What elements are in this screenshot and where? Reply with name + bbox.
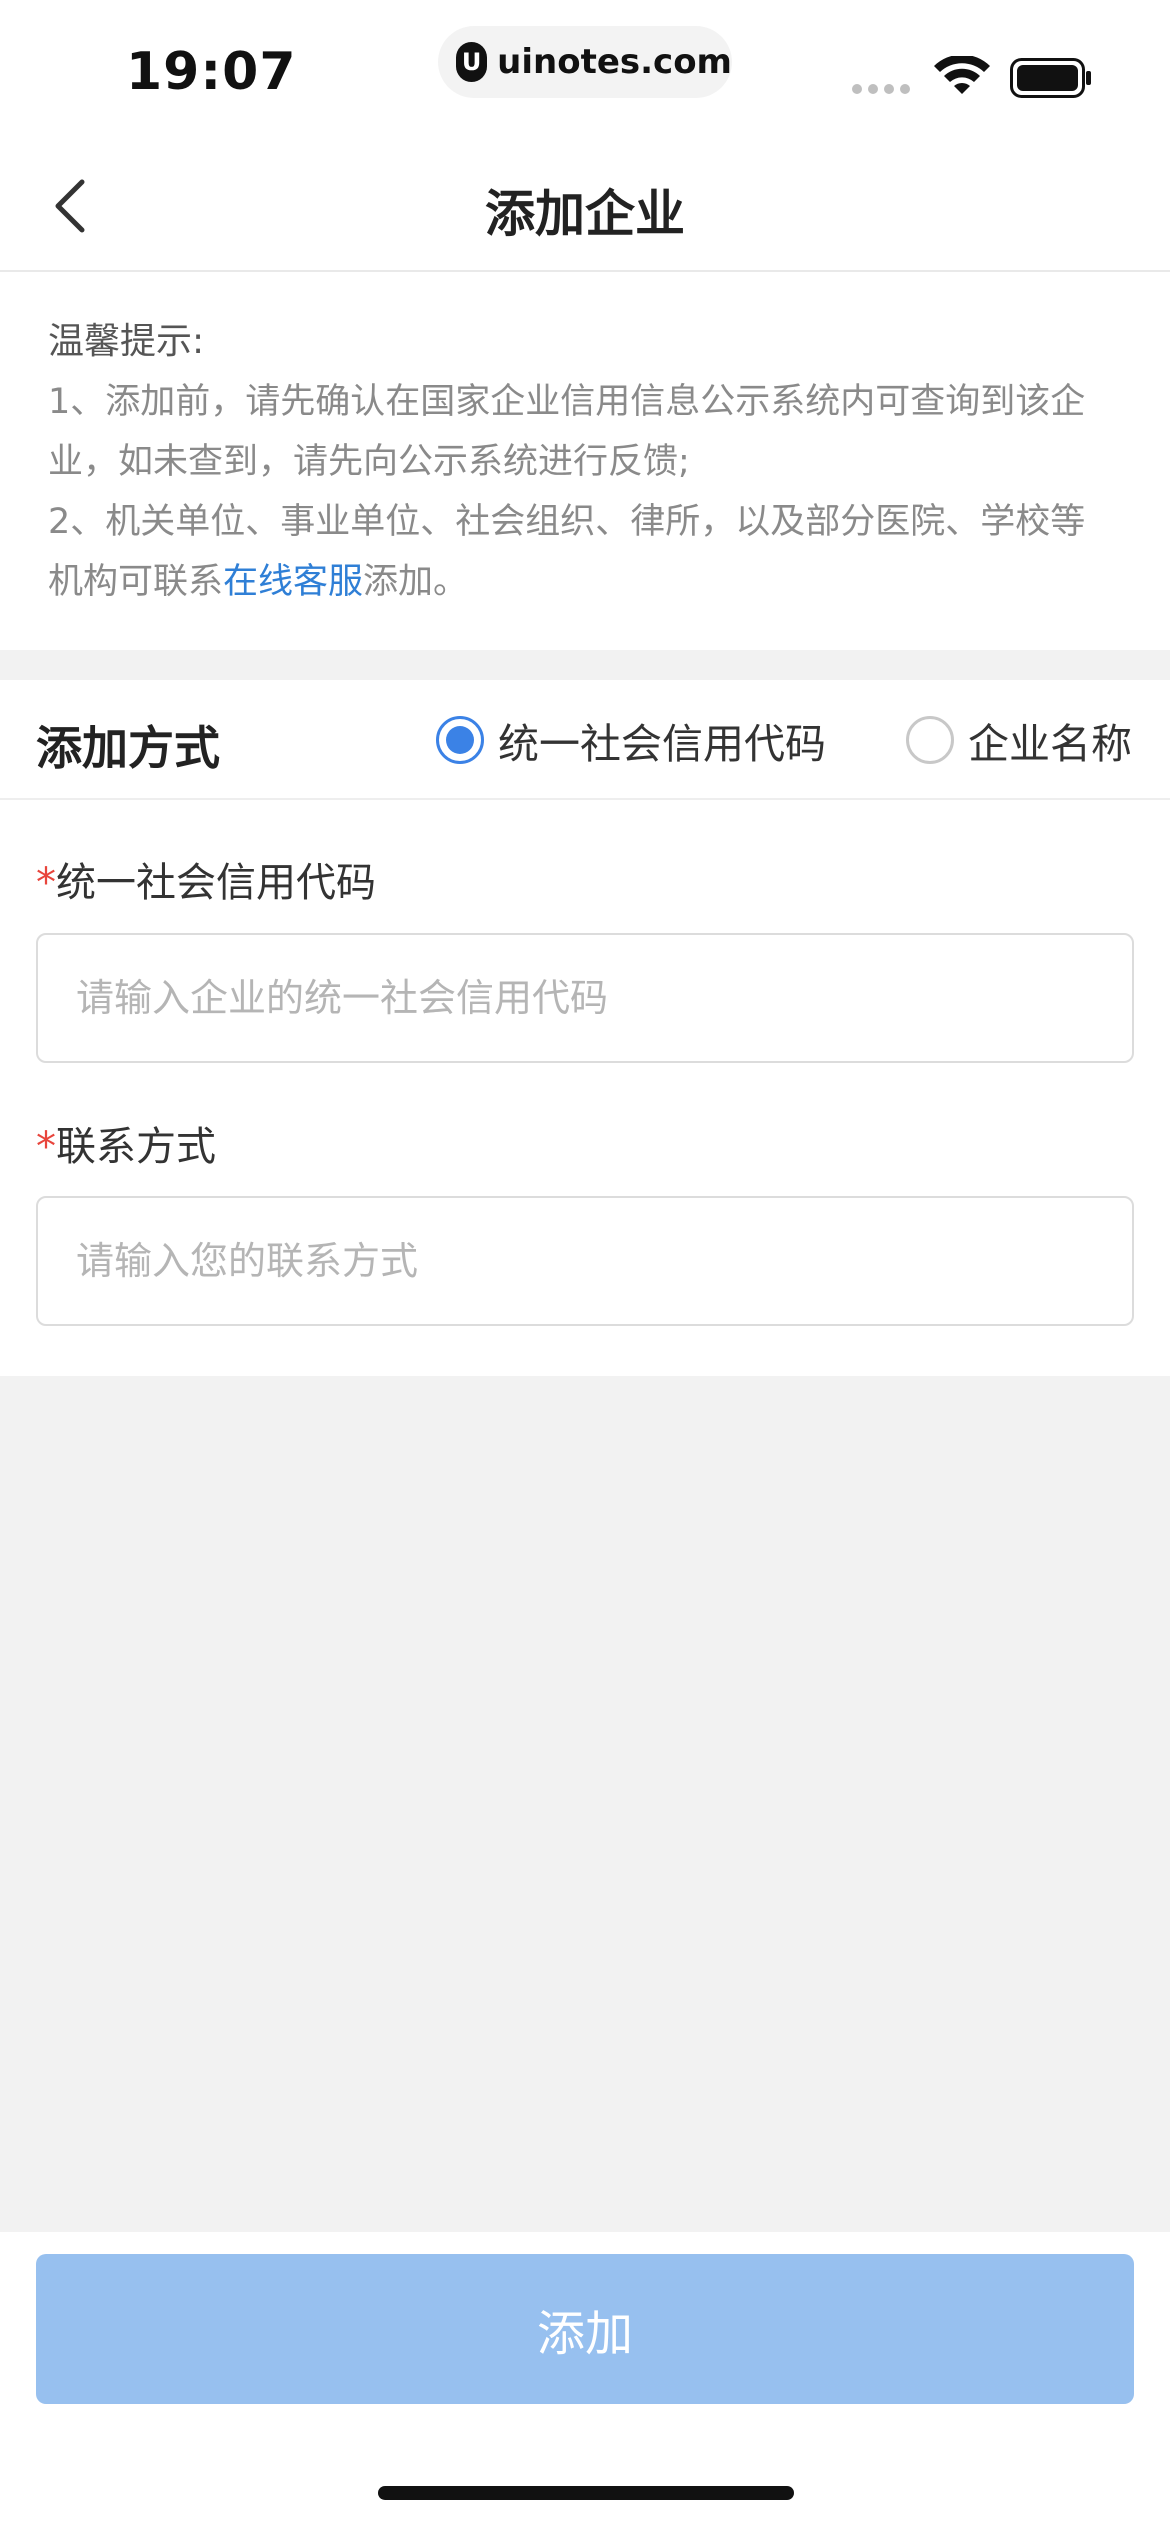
radio-unchecked-icon [906, 716, 954, 764]
tips-line: 业，如未查到，请先向公示系统进行反馈; [48, 442, 690, 482]
radio-checked-icon [436, 716, 484, 764]
battery-icon [1010, 58, 1091, 98]
contact-label-text: 联系方式 [56, 1124, 216, 1170]
add-method-label: 添加方式 [36, 721, 220, 775]
credit-code-label: *统一社会信用代码 [36, 850, 376, 908]
online-support-link[interactable]: 在线客服 [223, 562, 363, 602]
tips-line: 1、添加前，请先确认在国家企业信用信息公示系统内可查询到该企 [48, 382, 1086, 422]
status-time: 19:07 [126, 42, 297, 102]
url-text: uinotes.com [497, 42, 732, 82]
tips-panel: 温馨提示: 1、添加前，请先确认在国家企业信用信息公示系统内可查询到该企 业，如… [0, 272, 1170, 650]
navigation-bar: 添加企业 [0, 140, 1170, 272]
tips-text: 机构可联系 [48, 562, 224, 602]
page-title: 添加企业 [485, 185, 685, 243]
credit-code-input[interactable] [36, 933, 1134, 1063]
home-indicator [378, 2486, 794, 2500]
form-panel: *统一社会信用代码 *联系方式 [0, 800, 1170, 1376]
required-mark: * [36, 860, 56, 906]
radio-label: 统一社会信用代码 [498, 720, 826, 768]
cellular-signal-icon [852, 84, 910, 94]
tips-title: 温馨提示: [48, 321, 205, 362]
add-method-row: 添加方式 统一社会信用代码 企业名称 [0, 680, 1170, 800]
contact-input[interactable] [36, 1196, 1134, 1326]
tips-text: 添加。 [363, 562, 469, 602]
tips-line: 2、机关单位、事业单位、社会组织、律所，以及部分医院、学校等 [48, 502, 1086, 542]
url-pill[interactable]: U uinotes.com [438, 26, 732, 98]
bottom-bar: 添加 [0, 2232, 1170, 2532]
add-button[interactable]: 添加 [36, 2254, 1134, 2404]
radio-credit-code[interactable]: 统一社会信用代码 [436, 710, 826, 770]
tips-line: 机构可联系在线客服添加。 [48, 552, 1122, 612]
wifi-icon [934, 56, 990, 94]
contact-label: *联系方式 [36, 1114, 216, 1172]
required-mark: * [36, 1124, 56, 1170]
radio-company-name[interactable]: 企业名称 [906, 710, 1132, 770]
credit-code-label-text: 统一社会信用代码 [56, 860, 376, 906]
status-bar: 19:07 U uinotes.com [0, 0, 1170, 140]
radio-label: 企业名称 [968, 720, 1132, 768]
site-logo-icon: U [456, 42, 488, 82]
